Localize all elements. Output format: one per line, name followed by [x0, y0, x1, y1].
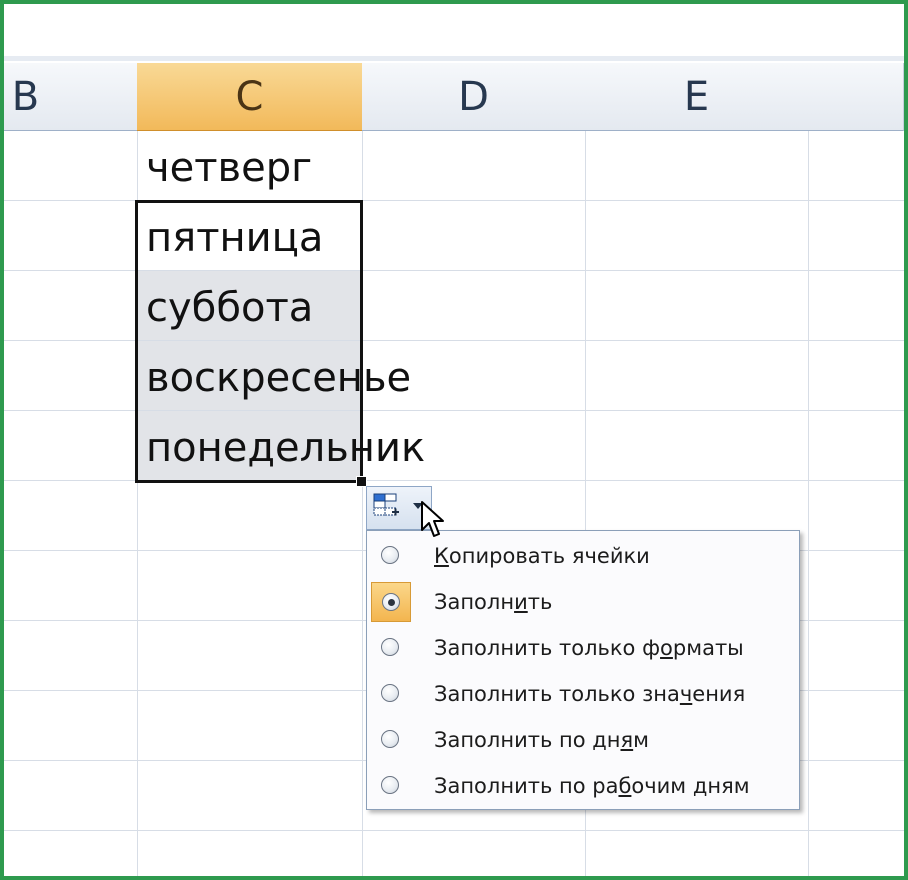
column-header-label: E: [683, 73, 710, 120]
radio-wrap: [371, 674, 411, 714]
column-header-c[interactable]: C: [137, 63, 363, 131]
menu-item-fill-values-only[interactable]: Заполнить только значения: [367, 671, 799, 717]
column-header-d[interactable]: D: [362, 63, 586, 131]
column-header-e[interactable]: E: [585, 63, 809, 131]
grid-line: [808, 131, 809, 876]
header-separator: [4, 56, 904, 61]
grid-line: [4, 830, 904, 831]
radio-wrap: [371, 536, 411, 576]
menu-item-fill-formats-only[interactable]: Заполнить только форматы: [367, 625, 799, 671]
radio-button[interactable]: [381, 638, 399, 656]
menu-item-fill[interactable]: Заполнить: [367, 579, 799, 625]
menu-item-label: Заполнить только форматы: [434, 636, 744, 660]
column-header-label: B: [11, 73, 40, 120]
column-header-label: C: [235, 73, 264, 120]
mouse-cursor-icon: [421, 501, 444, 537]
column-header-label: D: [458, 73, 489, 120]
radio-wrap: [371, 628, 411, 668]
menu-item-fill-days[interactable]: Заполнить по дням: [367, 717, 799, 763]
radio-button[interactable]: [381, 776, 399, 794]
formula-bar-area: [4, 4, 904, 61]
radio-button[interactable]: [381, 730, 399, 748]
radio-button[interactable]: [381, 546, 399, 564]
selection-range-border: [135, 200, 363, 483]
autofill-options-menu: Копировать ячейки Заполнить Заполнить то…: [366, 530, 800, 810]
radio-button[interactable]: [381, 684, 399, 702]
radio-wrap: [371, 766, 411, 806]
column-header-b[interactable]: B: [4, 63, 138, 131]
menu-item-label: Заполнить по рабочим дням: [434, 774, 750, 798]
radio-wrap: [371, 720, 411, 760]
radio-button[interactable]: [382, 593, 400, 611]
menu-item-fill-weekdays[interactable]: Заполнить по рабочим дням: [367, 763, 799, 809]
radio-wrap-checked: [371, 582, 411, 622]
menu-item-label: Заполнить по дням: [434, 728, 649, 752]
column-header-f[interactable]: [808, 63, 904, 131]
menu-item-label: Копировать ячейки: [434, 544, 650, 568]
radio-dot-icon: [388, 599, 395, 606]
autofill-options-icon: [373, 493, 399, 516]
menu-item-label: Заполнить: [434, 590, 553, 614]
menu-item-label: Заполнить только значения: [434, 682, 746, 706]
cell-c1[interactable]: четверг: [146, 133, 312, 203]
